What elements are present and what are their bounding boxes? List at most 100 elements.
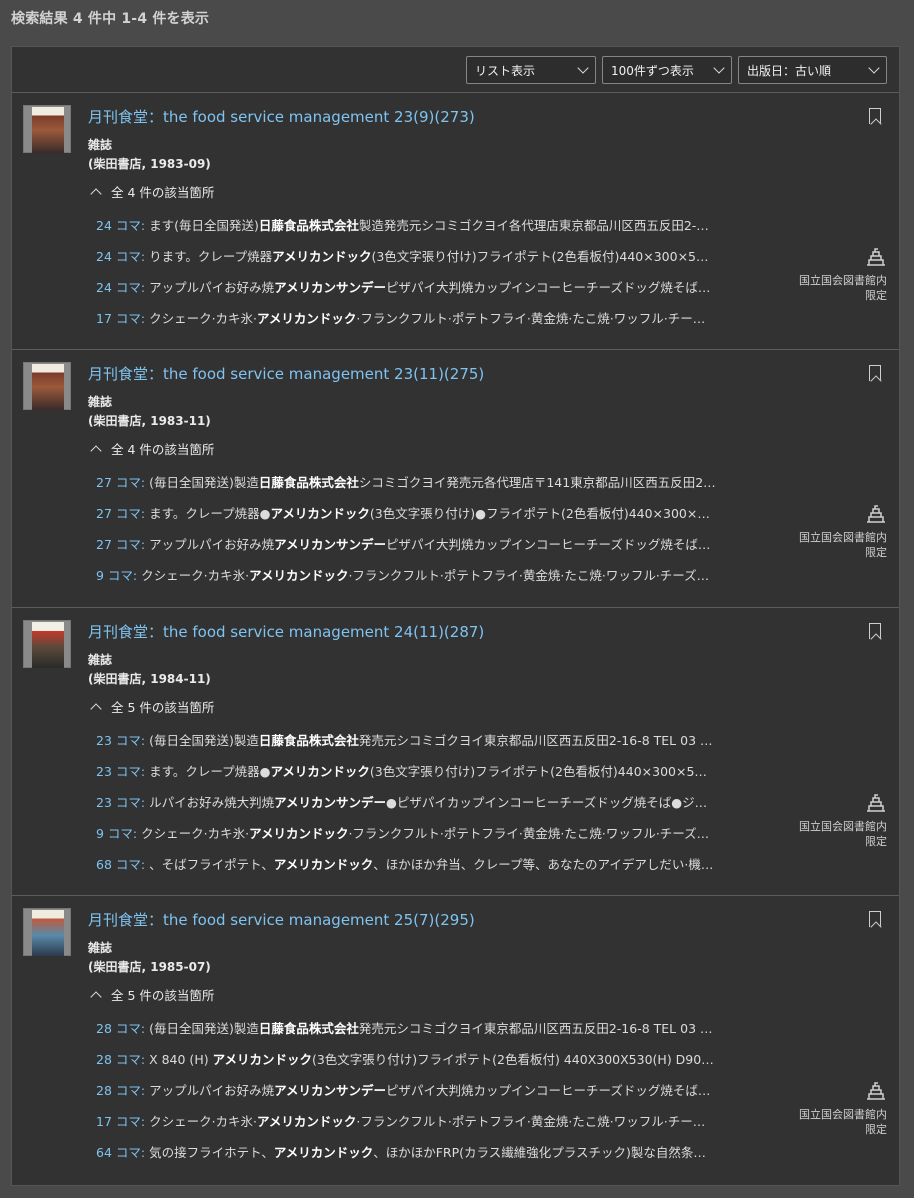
koma-link[interactable]: 27 コマ: xyxy=(96,506,145,521)
hit-list: 28 コマ: (毎日全国発送)製造日藤食品株式会社発売元シコミゴクヨイ東京都品川… xyxy=(96,1021,756,1176)
hit-snippet[interactable]: 27 コマ: (毎日全国発送)製造日藤食品株式会社シコミゴクヨイ発売元各代理店〒… xyxy=(96,475,756,506)
hit-snippet[interactable]: 64 コマ: 気の接フライホテト、アメリカンドック、ほかほかFRP(カラス繊維強… xyxy=(96,1145,756,1176)
koma-link[interactable]: 27 コマ: xyxy=(96,537,145,552)
cover-image xyxy=(32,364,64,410)
koma-link[interactable]: 68 コマ: xyxy=(96,857,145,872)
koma-link[interactable]: 27 コマ: xyxy=(96,475,145,490)
snippet-pre: (毎日全国発送)製造 xyxy=(145,733,259,748)
hit-snippet[interactable]: 24 コマ: アップルパイお好み焼アメリカンサンデーピザパイ大判焼カップインコー… xyxy=(96,280,756,311)
hits-toggle[interactable]: 全 5 件の該当箇所 xyxy=(90,985,214,1004)
chevron-down-icon xyxy=(868,62,880,74)
hit-snippet[interactable]: 27 コマ: ます。クレープ焼器●アメリカンドック(3色文字張り付け)●フライポ… xyxy=(96,506,756,537)
per-page-select[interactable]: 100件ずつ表示 xyxy=(602,56,732,84)
hit-snippet[interactable]: 28 コマ: X 840 (H) アメリカンドック(3色文字張り付け)フライポテ… xyxy=(96,1052,756,1083)
cover-image xyxy=(32,622,64,668)
snippet-post: 、ほかほか弁当、クレープ等、あなたのアイデアしだい·機… xyxy=(373,857,714,872)
koma-link[interactable]: 64 コマ: xyxy=(96,1145,145,1160)
koma-link[interactable]: 9 コマ: xyxy=(96,826,137,841)
hit-snippet[interactable]: 9 コマ: クシェーク·カキ氷·アメリカンドック·フランクフルト·ポテトフライ·… xyxy=(96,568,756,599)
koma-link[interactable]: 17 コマ: xyxy=(96,311,145,326)
hit-snippet[interactable]: 28 コマ: (毎日全国発送)製造日藤食品株式会社発売元シコミゴクヨイ東京都品川… xyxy=(96,1021,756,1052)
hits-toggle[interactable]: 全 4 件の該当箇所 xyxy=(90,439,214,458)
result-item: 月刊食堂：the food service management 23(11)(… xyxy=(12,349,899,607)
chevron-up-icon xyxy=(90,703,102,715)
snippet-highlight: アメリカンドック xyxy=(257,1114,357,1129)
material-type: 雑誌 xyxy=(88,395,113,409)
result-title-link[interactable]: 月刊食堂：the food service management 25(7)(2… xyxy=(88,909,475,930)
snippet-pre: (毎日全国発送)製造 xyxy=(145,475,259,490)
koma-link[interactable]: 28 コマ: xyxy=(96,1052,145,1067)
snippet-highlight: アメリカンサンデー xyxy=(274,280,386,295)
snippet-highlight: アメリカンドック xyxy=(270,506,370,521)
publisher-date: (柴田書店, 1983-09) xyxy=(88,157,211,171)
hit-snippet[interactable]: 27 コマ: アップルパイお好み焼アメリカンサンデーピザパイ大判焼カップインコー… xyxy=(96,537,756,568)
snippet-post: ·フランクフルト·ポテトフライ·黄金焼·たこ焼·ワッフル·チー… xyxy=(356,311,706,326)
koma-link[interactable]: 17 コマ: xyxy=(96,1114,145,1129)
snippet-post: 、ほかほかFRP(カラス繊維強化プラスチック)製な自然条… xyxy=(373,1145,706,1160)
snippet-highlight: アメリカンドック xyxy=(272,249,372,264)
hits-toggle[interactable]: 全 5 件の該当箇所 xyxy=(90,697,214,716)
result-title-link[interactable]: 月刊食堂：the food service management 23(9)(2… xyxy=(88,106,475,127)
snippet-post: 発売元シコミゴクヨイ東京都品川区西五反田2-16-8 TEL 03 … xyxy=(358,1021,713,1036)
hit-snippet[interactable]: 23 コマ: (毎日全国発送)製造日藤食品株式会社発売元シコミゴクヨイ東京都品川… xyxy=(96,733,756,764)
hit-list: 23 コマ: (毎日全国発送)製造日藤食品株式会社発売元シコミゴクヨイ東京都品川… xyxy=(96,733,756,888)
hit-snippet[interactable]: 23 コマ: ます。クレープ焼器●アメリカンドック(3色文字張り付け)フライポテ… xyxy=(96,764,756,795)
view-mode-select[interactable]: リスト表示 xyxy=(466,56,596,84)
snippet-pre: X 840 (H) xyxy=(145,1052,213,1067)
snippet-pre: クシェーク·カキ氷· xyxy=(137,568,250,583)
snippet-post: ·フランクフルト·ポテトフライ·黄金焼·たこ焼·ワッフル·チー… xyxy=(356,1114,706,1129)
library-building-icon xyxy=(867,794,885,812)
chevron-up-icon xyxy=(90,445,102,457)
hit-snippet[interactable]: 68 コマ: 、そばフライポテト、アメリカンドック、ほかほか弁当、クレープ等、あ… xyxy=(96,857,756,888)
snippet-post: (3色文字張り付け)●フライポテト(2色看板付)440×300×… xyxy=(369,506,710,521)
cover-thumbnail[interactable] xyxy=(23,105,71,153)
snippet-post: ピザパイ大判焼カップインコーヒーチーズドッグ焼そば… xyxy=(385,280,711,295)
koma-link[interactable]: 24 コマ: xyxy=(96,218,145,233)
koma-link[interactable]: 28 コマ: xyxy=(96,1083,145,1098)
snippet-pre: アップルパイお好み焼 xyxy=(145,280,275,295)
cover-thumbnail[interactable] xyxy=(23,620,71,668)
hits-toggle[interactable]: 全 4 件の該当箇所 xyxy=(90,182,215,201)
koma-link[interactable]: 23 コマ: xyxy=(96,795,145,810)
result-controls: リスト表示 100件ずつ表示 出版日：古い順 xyxy=(466,56,887,84)
koma-link[interactable]: 23 コマ: xyxy=(96,733,145,748)
bookmark-icon[interactable] xyxy=(869,108,881,124)
library-building-icon xyxy=(867,1082,885,1100)
bookmark-icon[interactable] xyxy=(869,365,881,381)
snippet-pre: ます。クレープ焼器● xyxy=(145,764,271,779)
hit-snippet[interactable]: 9 コマ: クシェーク·カキ氷·アメリカンドック·フランクフルト·ポテトフライ·… xyxy=(96,826,756,857)
snippet-post: (3色文字張り付け)フライポテト(2色看板付) 440X300X530(H) D… xyxy=(311,1052,714,1067)
access-label-line2: 限定 xyxy=(865,546,887,559)
chevron-down-icon xyxy=(577,62,589,74)
hits-toggle-label: 全 4 件の該当箇所 xyxy=(111,185,215,200)
access-label-line2: 限定 xyxy=(865,1123,887,1136)
koma-link[interactable]: 24 コマ: xyxy=(96,280,145,295)
hit-snippet[interactable]: 24 コマ: ります。クレープ焼器アメリカンドック(3色文字張り付け)フライポテ… xyxy=(96,249,756,280)
hit-snippet[interactable]: 28 コマ: アップルパイお好み焼アメリカンサンデーピザパイ大判焼カップインコー… xyxy=(96,1083,756,1114)
snippet-pre: 、そばフライポテト、 xyxy=(145,857,274,872)
material-type: 雑誌 xyxy=(88,138,113,152)
publisher-date: (柴田書店, 1985-07) xyxy=(88,960,211,974)
bookmark-icon[interactable] xyxy=(869,623,881,639)
koma-link[interactable]: 24 コマ: xyxy=(96,249,145,264)
sort-select[interactable]: 出版日：古い順 xyxy=(738,56,887,84)
koma-link[interactable]: 9 コマ: xyxy=(96,568,137,583)
bookmark-icon[interactable] xyxy=(869,911,881,927)
hit-snippet[interactable]: 17 コマ: クシェーク·カキ氷·アメリカンドック·フランクフルト·ポテトフライ… xyxy=(96,311,756,342)
cover-thumbnail[interactable] xyxy=(23,362,71,410)
result-title-link[interactable]: 月刊食堂：the food service management 23(11)(… xyxy=(88,363,484,384)
access-restriction: 国立国会図書館内 限定 xyxy=(799,504,887,560)
snippet-highlight: アメリカンサンデー xyxy=(274,537,386,552)
access-label-line2: 限定 xyxy=(865,289,887,302)
hit-snippet[interactable]: 23 コマ: ルパイお好み焼大判焼アメリカンサンデー●ピザパイカップインコーヒー… xyxy=(96,795,756,826)
hit-snippet[interactable]: 17 コマ: クシェーク·カキ氷·アメリカンドック·フランクフルト·ポテトフライ… xyxy=(96,1114,756,1145)
hit-snippet[interactable]: 24 コマ: ます(毎日全国発送)日藤食品株式会社製造発売元シコミゴクヨイ各代理… xyxy=(96,218,756,249)
koma-link[interactable]: 23 コマ: xyxy=(96,764,145,779)
snippet-pre: ます。クレープ焼器● xyxy=(145,506,271,521)
snippet-post: ·フランクフルト·ポテトフライ·黄金焼·たこ焼·ワッフル·チーズ… xyxy=(348,826,710,841)
result-title-link[interactable]: 月刊食堂：the food service management 24(11)(… xyxy=(88,621,484,642)
sort-value: 出版日：古い順 xyxy=(747,63,832,78)
cover-thumbnail[interactable] xyxy=(23,908,71,956)
results-panel: リスト表示 100件ずつ表示 出版日：古い順 月刊食堂：the food ser… xyxy=(11,46,900,1186)
koma-link[interactable]: 28 コマ: xyxy=(96,1021,145,1036)
